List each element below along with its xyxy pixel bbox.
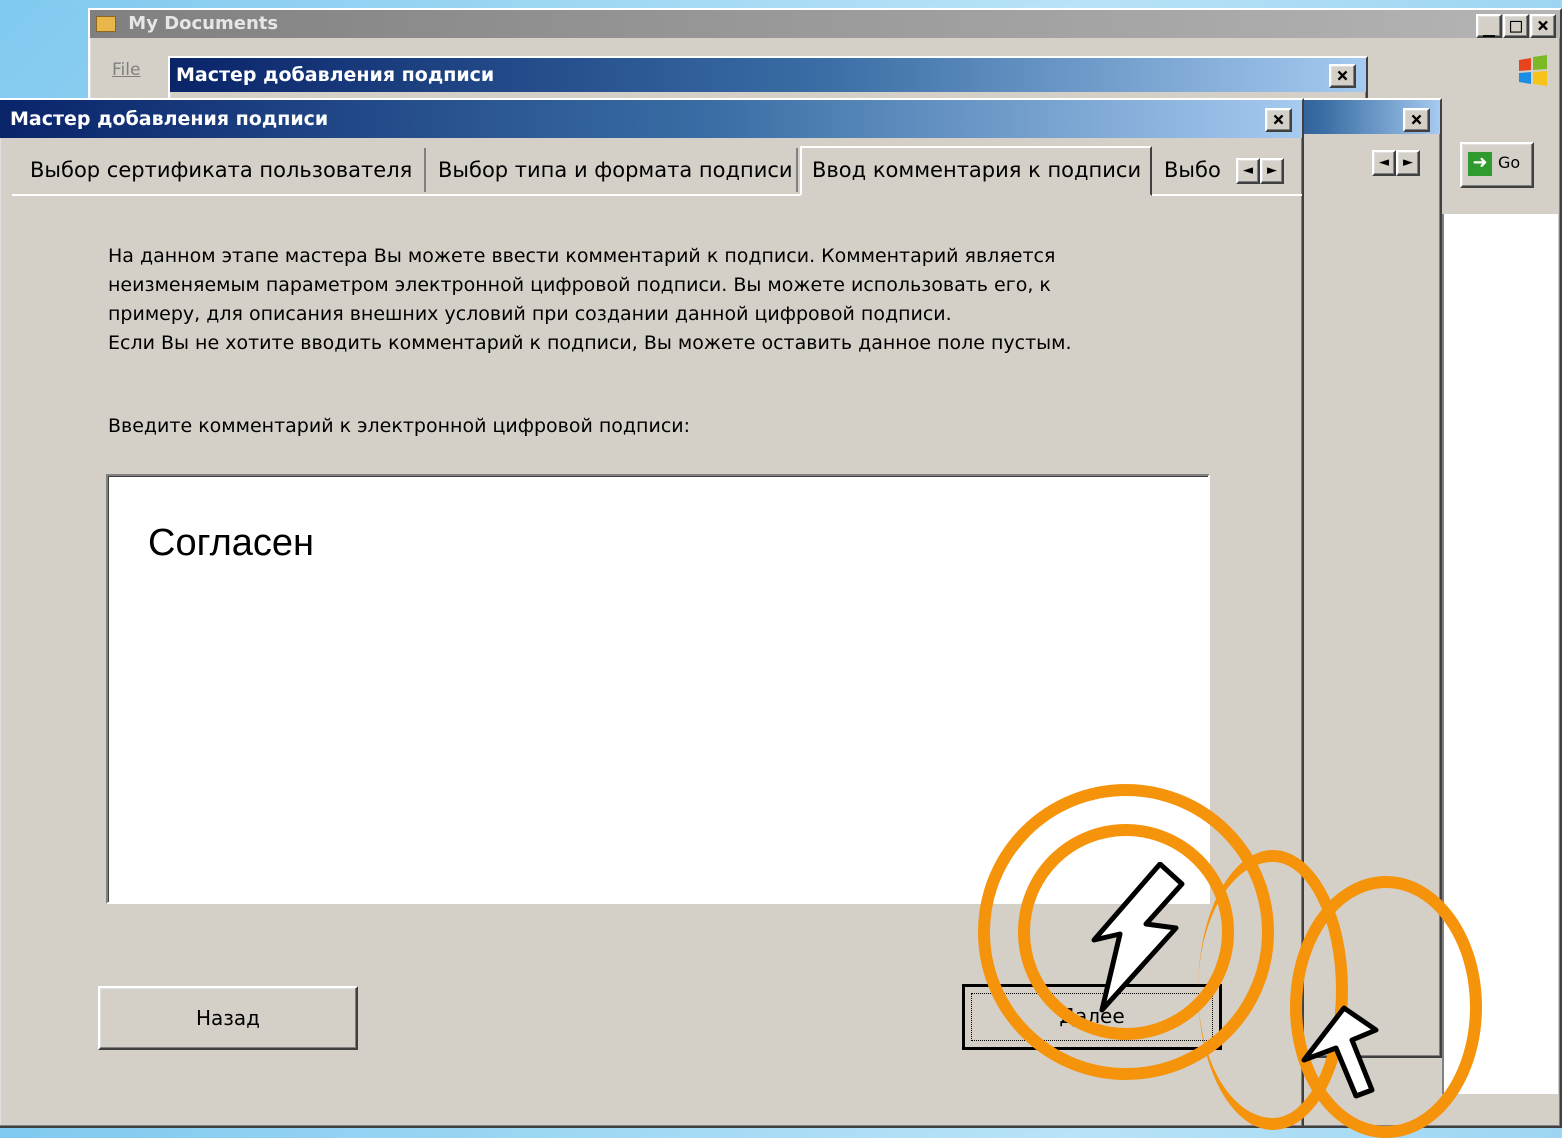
wizard-close-button[interactable]: × <box>1265 108 1292 132</box>
wizard-titlebar: Мастер добавления подписи <box>0 100 1302 138</box>
tab-next-partial[interactable]: Выбо <box>1154 148 1234 192</box>
back-button[interactable]: Назад <box>98 986 358 1050</box>
windows-logo-icon <box>1516 54 1550 88</box>
mouse-cursor-icon <box>1090 861 1190 1026</box>
back-1-scroll-right[interactable]: ► <box>1396 150 1420 176</box>
explorer-titlebar: My Documents <box>90 10 1560 38</box>
mouse-cursor-icon-back <box>1300 1000 1390 1104</box>
go-button[interactable]: ➜ Go <box>1460 142 1534 188</box>
comment-value: Согласен <box>148 522 315 564</box>
explorer-title: My Documents <box>128 13 279 34</box>
tab-signature-type[interactable]: Выбор типа и формата подписи <box>428 148 798 192</box>
tab-comment[interactable]: Ввод комментария к подписи <box>800 146 1152 196</box>
comment-label: Введите комментарий к электронной цифров… <box>108 415 691 437</box>
description-line: Если Вы не хотите вводить комментарий к … <box>108 332 1072 354</box>
wizard-back-2-close-button[interactable]: × <box>1329 64 1356 88</box>
go-label: Go <box>1498 153 1521 172</box>
wizard-back-2-titlebar: Мастер добавления подписи <box>170 58 1366 92</box>
back-button-label: Назад <box>195 1006 260 1030</box>
description: На данном этапе мастера Вы можете ввести… <box>108 242 1228 358</box>
folder-icon <box>96 16 116 32</box>
description-line: На данном этапе мастера Вы можете ввести… <box>108 245 1056 267</box>
description-line: неизменяемым параметром электронной цифр… <box>108 274 1051 296</box>
wizard-title: Мастер добавления подписи <box>10 108 329 130</box>
menu-file[interactable]: File <box>112 60 140 80</box>
close-button[interactable]: × <box>1530 14 1556 38</box>
go-arrow-icon: ➜ <box>1468 152 1492 176</box>
description-line: примеру, для описания внешних условий пр… <box>108 303 952 325</box>
minimize-button[interactable]: _ <box>1476 14 1502 38</box>
wizard-back-1-close-button[interactable]: × <box>1403 108 1430 132</box>
wizard-back-2-title: Мастер добавления подписи <box>176 64 495 86</box>
maximize-button[interactable]: □ <box>1503 14 1529 38</box>
tab-scroll-left[interactable]: ◄ <box>1236 158 1260 184</box>
tab-scroll-right[interactable]: ► <box>1260 158 1284 184</box>
tab-certificate[interactable]: Выбор сертификата пользователя <box>20 148 426 192</box>
back-1-scroll-left[interactable]: ◄ <box>1372 150 1396 176</box>
